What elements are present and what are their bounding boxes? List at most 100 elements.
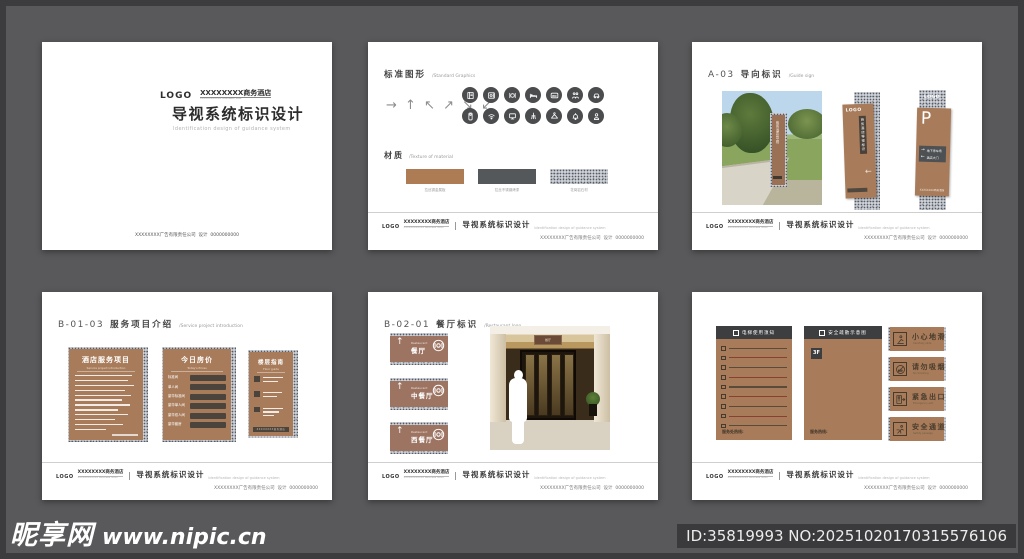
footer-company-line: XXXXXXXX广告有限责任公司 设计 0000000000 xyxy=(540,235,644,241)
restaurant-sign-1: ↑ Restaurant 餐厅 xyxy=(390,333,448,365)
graphics-heading: 标准图形 /Standard Graphics xyxy=(384,68,475,80)
wc-icon: WC xyxy=(546,87,562,103)
safety-passage-sign: 安全通道 Safety passage xyxy=(888,417,946,441)
evacuation-icon xyxy=(819,330,825,336)
sign-label-en: Safety passage xyxy=(913,432,933,435)
entrance-column xyxy=(490,334,506,422)
notice-row xyxy=(721,404,787,409)
svg-text:WC: WC xyxy=(552,93,557,97)
material-label: 花岗岩石材 xyxy=(550,188,608,193)
footer-title-cn: 导视系统标识设计 xyxy=(136,469,204,480)
footer-title-en: Identification design of guidance system xyxy=(208,476,279,480)
sign-vertical-text: 商务酒店导视标识 xyxy=(859,116,867,154)
footer-separator xyxy=(129,472,130,480)
board-body: 服务处热线: xyxy=(716,339,792,440)
sign-label-en: Emergency exit xyxy=(913,402,933,405)
service-list-board: 酒店服务项目 Service project introduction xyxy=(68,347,148,442)
floor-icon xyxy=(254,376,260,382)
direction-label: 地下停车场 xyxy=(927,148,942,152)
sign-label-en: No Smoking xyxy=(913,372,929,375)
tv-icon xyxy=(504,108,520,124)
footer-divider xyxy=(368,462,658,463)
restaurant-code: B-02-01 xyxy=(384,320,430,330)
running-person-icon xyxy=(893,422,907,436)
room-type-label: 豪华单人间 xyxy=(168,404,190,407)
board-header: 电梯使用须知 xyxy=(716,326,792,339)
park-photo: 商务酒店导视 xyxy=(722,91,822,205)
footer-hotel-sub: XXXXXXXXXXXX Business Hotel xyxy=(728,476,774,480)
notice-row xyxy=(721,385,787,390)
footer-hotel-sub: XXXXXXXXXXXX Business Hotel xyxy=(728,226,774,230)
graphics-heading-en: /Standard Graphics xyxy=(432,74,475,79)
notice-row xyxy=(721,414,787,419)
hanger-icon xyxy=(546,108,562,124)
footer-separator xyxy=(779,472,780,480)
board-header-title: 电梯使用须知 xyxy=(742,330,775,336)
plant-pot xyxy=(589,404,597,416)
sign-label-cn: 紧急出口 xyxy=(912,392,946,402)
pictogram-grid: WC xyxy=(462,87,609,129)
dining-plate-icon xyxy=(432,337,445,356)
watermark-id-badge: ID:35819993 NO:20251020170315576106 xyxy=(677,524,1016,548)
room-type-label: 标准间 xyxy=(168,376,190,379)
guide-heading-en: /Guide sign xyxy=(789,74,814,79)
footer-logo: LOGO xyxy=(56,474,74,480)
dining-plate-icon xyxy=(432,382,445,401)
no-smoking-icon xyxy=(893,362,907,376)
panel-footer: LOGO XXXXXXXX商务酒店XXXXXXXXXXXX Business H… xyxy=(382,469,606,480)
bellhop-icon xyxy=(588,108,604,124)
footer-hotel-sub: XXXXXXXXXXXX Business Hotel xyxy=(404,226,450,230)
shower-icon xyxy=(525,108,541,124)
footer-title-en: Identification design of guidance system xyxy=(858,226,929,230)
cover-hotel-sub: XXXXXXXXXXXX Business Hotel xyxy=(200,97,271,101)
material-heading-cn: 材质 xyxy=(384,150,404,161)
footer-separator xyxy=(779,222,780,230)
footer-title-cn: 导视系统标识设计 xyxy=(462,219,530,230)
footer-hotel: XXXXXXXX商务酒店XXXXXXXXXXXX Business Hotel xyxy=(404,221,450,230)
room-type-label: 豪华双人间 xyxy=(168,414,190,417)
sign-label-cn: 餐厅 xyxy=(411,345,426,355)
guide-sign-mockup-1: LOGO 商务酒店导视标识 ← xyxy=(842,92,890,210)
service-heading-cn: 服务项目介绍 xyxy=(110,318,173,330)
cover-subtitle: Identification design of guidance system xyxy=(173,126,291,132)
floor-badge: 3F xyxy=(811,348,822,359)
footer-hotel: XXXXXXXX商务酒店XXXXXXXXXXXX Business Hotel xyxy=(728,471,774,480)
cover-hotel-name-block: XXXXXXXX商务酒店 XXXXXXXXXXXX Business Hotel xyxy=(200,89,271,101)
footer-company-line: XXXXXXXX广告有限责任公司 设计 0000000000 xyxy=(214,485,318,491)
board-subtitle: Today's Prices xyxy=(171,366,223,372)
board-title: 今日房价 xyxy=(163,355,231,365)
door-pane xyxy=(538,354,548,416)
direction-row: ←酒店大门 xyxy=(921,155,944,161)
sign-label-cn: 安全通道 xyxy=(912,422,946,432)
people-icon xyxy=(567,87,583,103)
guide-code: A-03 xyxy=(708,70,735,80)
footer-separator xyxy=(455,222,456,230)
board-title: 酒店服务项目 xyxy=(69,355,143,365)
pylon-base-bar xyxy=(773,176,782,179)
price-row: 豪华双人间 xyxy=(168,413,226,419)
watermark-site-url[interactable]: www.nipic.cn xyxy=(102,525,267,550)
footer-company-line: XXXXXXXX广告有限责任公司 设计 0000000000 xyxy=(540,485,644,491)
board-body: 3F 服务热线: xyxy=(804,339,882,440)
price-slot xyxy=(190,422,226,428)
evacuation-map-board: 安全疏散示意图 3F 服务热线: xyxy=(804,326,882,440)
footer-logo: LOGO xyxy=(706,224,724,230)
guide-heading-cn: 导向标识 xyxy=(741,68,783,80)
footer-title-cn: 导视系统标识设计 xyxy=(786,219,854,230)
material-swatch-copper xyxy=(406,169,464,184)
cover-brand: LOGO XXXXXXXX商务酒店 XXXXXXXXXXXX Business … xyxy=(160,89,271,101)
panel-cover: LOGO XXXXXXXX商务酒店 XXXXXXXXXXXX Business … xyxy=(42,42,332,250)
watermark-brand: 昵享网 www.nipic.cn xyxy=(10,513,267,552)
price-slot xyxy=(190,403,226,409)
panel-footer: LOGO XXXXXXXX商务酒店XXXXXXXXXXXX Business H… xyxy=(382,219,606,230)
material-heading-en: /Texture of material xyxy=(409,155,453,160)
floor-icon xyxy=(254,391,260,397)
panel-restaurant-sign: B-02-01 餐厅标识 /Restaurant logo ↑ Restaura… xyxy=(368,292,658,500)
floor-lines xyxy=(263,376,289,384)
up-arrow-icon: ↑ xyxy=(396,337,404,347)
board-header-title: 安全疏散示意图 xyxy=(828,330,867,336)
panel-footer: LOGO XXXXXXXX商务酒店XXXXXXXXXXXX Business H… xyxy=(706,469,930,480)
footer-hotel: XXXXXXXX商务酒店XXXXXXXXXXXX Business Hotel xyxy=(404,471,450,480)
directory-icon xyxy=(462,87,478,103)
sign-label-en: Carefully slide xyxy=(913,342,931,345)
